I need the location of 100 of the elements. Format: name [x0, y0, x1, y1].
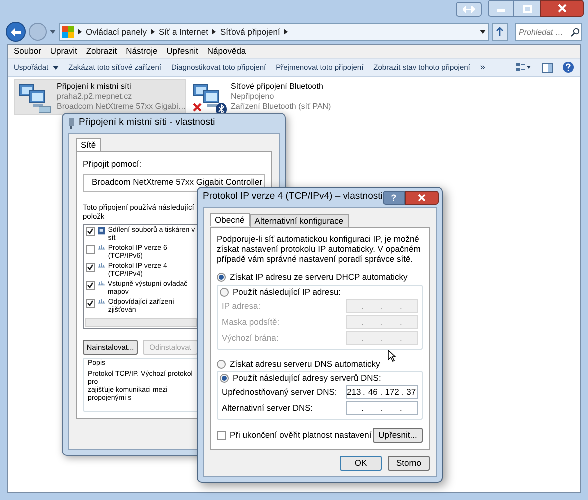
- checkbox-label[interactable]: Při ukončení ověřit platnost nastavení: [230, 429, 372, 442]
- radio-label[interactable]: Použít následující IP adresu:: [233, 286, 342, 298]
- ip-address-field[interactable]: 213 . 46 . 172 . 37: [346, 385, 418, 399]
- connection-name: Připojení k místní síti: [57, 82, 132, 92]
- dot-separator: .: [380, 402, 384, 414]
- menu-item[interactable]: Upravit: [50, 45, 78, 58]
- network-computers-icon: [19, 82, 47, 110]
- menu-item[interactable]: Zobrazit: [86, 45, 118, 58]
- tab[interactable]: Obecné: [210, 213, 250, 226]
- chevron-right-icon[interactable]: [284, 29, 288, 35]
- radio-label[interactable]: Použít následující adresy serverů DNS:: [233, 372, 382, 384]
- chevron-right-icon[interactable]: [78, 29, 82, 35]
- dot-separator: .: [362, 300, 364, 312]
- protocol-icon: [98, 280, 105, 286]
- dot-separator: .: [400, 316, 403, 328]
- radio-button[interactable]: [217, 360, 226, 368]
- checkmark-icon: [87, 282, 94, 289]
- dialog-title: Protokol IP verze 4 (TCP/IPv4) – vlastnosti: [203, 190, 383, 204]
- radio-button[interactable]: [217, 272, 226, 282]
- dot-separator: .: [400, 332, 403, 344]
- refresh-button[interactable]: [492, 23, 508, 41]
- checkbox[interactable]: [86, 244, 95, 254]
- octet-text: 213: [347, 386, 361, 398]
- connection-device: Broadcom NetXtreme 57xx Gigabi…: [57, 102, 186, 112]
- menu-item[interactable]: Nástroje: [126, 45, 158, 58]
- chevron-right-icon[interactable]: [212, 29, 216, 35]
- dialog-button[interactable]: Storno: [388, 456, 430, 471]
- dot-separator: .: [380, 386, 384, 398]
- tab[interactable]: Sítě: [76, 138, 102, 151]
- view-options-icon[interactable]: [516, 63, 532, 72]
- field-label: IP adresa:: [222, 300, 261, 312]
- advanced-button[interactable]: Upřesnit...: [373, 428, 423, 443]
- left-arrow-icon: [11, 28, 21, 36]
- dot-separator: .: [380, 300, 384, 312]
- chevron-right-icon[interactable]: [150, 29, 155, 35]
- checkbox[interactable]: [217, 431, 226, 440]
- menu-item[interactable]: Upřesnit: [166, 45, 198, 58]
- connection-status: praha2.p2.mepnet.cz: [57, 92, 134, 102]
- preview-pane-icon[interactable]: [542, 62, 553, 72]
- intro-text: Podporuje-li síť automatickou konfiguraci IP, je možné získat nastavení protokolu IP automaticky. V opačném případě vám správné nastavení poradí správce sítě.: [217, 234, 422, 264]
- back-button[interactable]: [6, 22, 26, 42]
- dot-separator: .: [380, 316, 384, 328]
- octet-text: 46: [367, 386, 379, 398]
- checkbox[interactable]: [86, 262, 95, 272]
- caret-down-icon: [52, 66, 59, 70]
- network-adapter-icon: [68, 118, 75, 129]
- help-icon[interactable]: [563, 62, 574, 73]
- dot-separator: .: [400, 402, 403, 414]
- breadcrumb-item[interactable]: Síť a Internet: [158, 26, 208, 38]
- dialog-title: Připojení k místní síti - vlastnosti: [79, 116, 216, 130]
- octet-text: 172: [385, 386, 400, 398]
- checkbox[interactable]: [86, 226, 95, 236]
- dot-separator: .: [363, 386, 366, 398]
- ip-address-field[interactable]: . . .: [346, 401, 418, 415]
- adapter-name: Broadcom NetXtreme 57xx Gigabit Controller: [92, 176, 263, 190]
- connection-item[interactable]: Připojení k místní síti praha2.p2.mepnet.cz Broadcom NetXtreme 57xx Gigabi…: [14, 79, 186, 115]
- double-arrow-icon: [463, 6, 475, 13]
- minimize-button[interactable]: [488, 0, 514, 17]
- radio-button[interactable]: [220, 374, 229, 382]
- address-bar[interactable]: Ovládací panely Síť a Internet Síťová připojení: [59, 23, 489, 41]
- checkbox[interactable]: [86, 280, 95, 290]
- breadcrumb-item[interactable]: Síťová připojení: [220, 26, 280, 38]
- field-label: Připojit pomocí:: [83, 158, 143, 171]
- field-label: Výchozí brána:: [222, 332, 279, 344]
- connection-status: Nepřipojeno: [231, 92, 276, 102]
- dialog-button[interactable]: OK: [340, 456, 382, 471]
- radio-button[interactable]: [220, 288, 229, 296]
- protocol-icon: [98, 262, 106, 268]
- maximize-icon: [522, 4, 532, 12]
- search-icon: [571, 28, 580, 37]
- dot-separator: .: [362, 332, 364, 344]
- close-button[interactable]: [404, 190, 439, 204]
- dropdown-caret-icon[interactable]: [480, 30, 486, 34]
- protocol-icon: [98, 298, 106, 304]
- menu-item[interactable]: Nápověda: [207, 45, 246, 58]
- dot-separator: .: [362, 316, 364, 328]
- horizontal-scrollbar[interactable]: [85, 318, 197, 327]
- dot-separator: .: [401, 386, 404, 398]
- radio-label[interactable]: Získat IP adresu ze serveru DHCP automaticky: [230, 270, 408, 284]
- mouse-cursor-icon: [388, 350, 396, 362]
- tab[interactable]: Alternativní konfigurace: [250, 214, 349, 227]
- checkmark-icon: [87, 264, 94, 271]
- octet-text: 37: [406, 386, 417, 398]
- protocol-icon: [98, 244, 106, 250]
- menu-item[interactable]: Soubor: [14, 45, 42, 58]
- radio-label[interactable]: Získat adresu serveru DNS automaticky: [230, 358, 380, 370]
- checkbox[interactable]: [86, 298, 95, 308]
- more-commands-button[interactable]: »: [480, 60, 486, 74]
- field-label: Maska podsítě:: [222, 316, 280, 328]
- field-label: Upřednostňovaný server DNS:: [222, 386, 338, 398]
- printer-icon: [98, 226, 106, 235]
- close-button[interactable]: [540, 0, 584, 17]
- breadcrumb-item[interactable]: Ovládací panely: [86, 26, 147, 38]
- close-icon: [558, 4, 566, 13]
- connection-device: Zařízení Bluetooth (síť PAN): [231, 102, 332, 112]
- search-field[interactable]: Prohledat …: [515, 23, 582, 41]
- dot-separator: .: [380, 332, 384, 344]
- snap-button[interactable]: [456, 2, 482, 17]
- maximize-button[interactable]: [514, 0, 540, 17]
- checkmark-icon: [87, 300, 94, 307]
